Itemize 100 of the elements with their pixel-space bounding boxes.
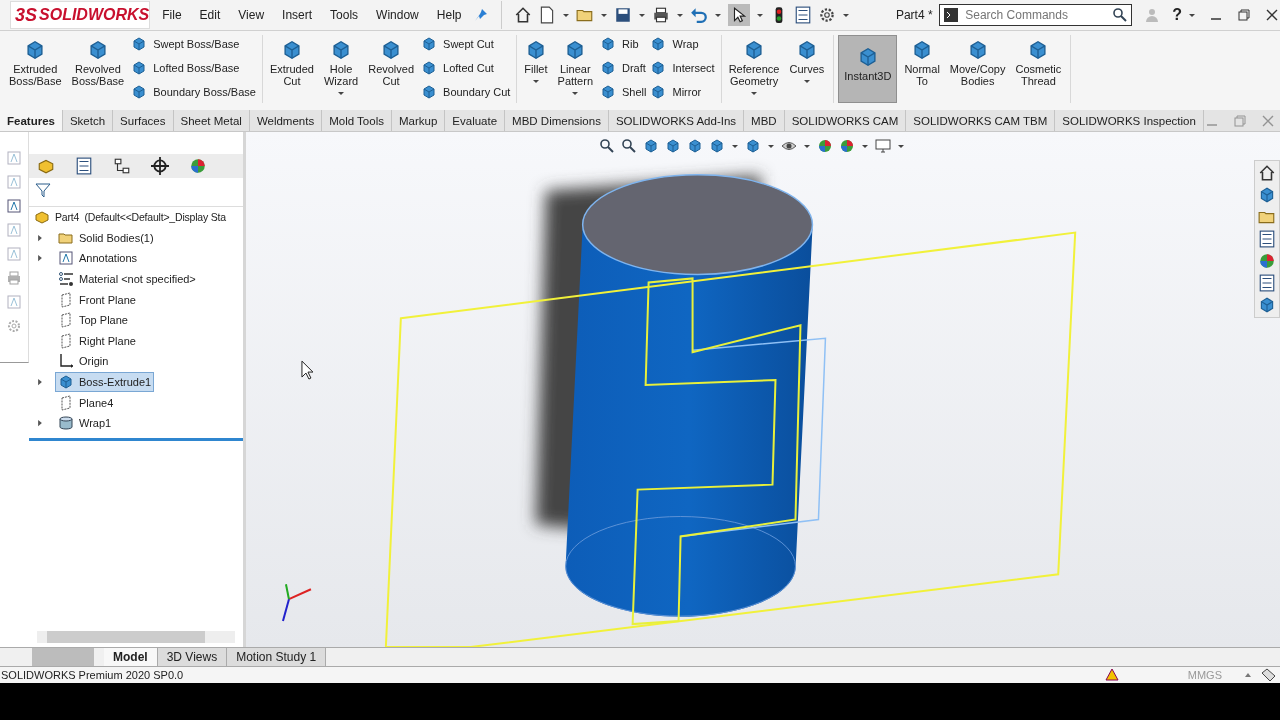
caret-icon[interactable] [750,89,759,97]
command-tab[interactable]: Weldments [249,110,323,131]
menu-item[interactable]: Edit [193,8,227,22]
command-tab[interactable]: MBD [744,110,785,131]
tree-root-item[interactable]: Part4 (Default<<Default>_Display Sta [31,207,229,228]
sphere-icon[interactable] [817,138,833,154]
cube-icon[interactable] [1258,296,1276,314]
tree-item[interactable]: Solid Bodies(1) [55,227,157,248]
ribbon-button[interactable]: Revolved Cut [365,35,418,103]
search-field[interactable]: Search Commands [939,4,1133,26]
command-tab[interactable]: Surfaces [113,110,174,131]
sphere-icon[interactable] [189,157,207,175]
ribbon-button[interactable]: Reference Geometry [725,35,783,103]
tree-item[interactable]: Front Plane [55,289,139,310]
command-tab[interactable]: SOLIDWORKS Add-Ins [608,110,745,131]
zoom-area-icon[interactable] [621,138,637,154]
caret-icon[interactable] [755,11,764,19]
ribbon-button[interactable]: Draft [600,59,647,77]
solidworks-logo[interactable]: 3SSOLIDWORKS [10,1,151,29]
tree-item[interactable]: Material <not specified> [55,269,199,290]
printer-icon[interactable] [651,6,670,24]
cube-icon[interactable] [1258,186,1276,204]
ribbon-button[interactable]: Fillet [521,35,551,103]
command-tab[interactable]: Sketch [62,110,114,131]
ribbon-button[interactable]: Swept Boss/Base [131,35,256,53]
model-tab[interactable]: Motion Study 1 [227,648,327,666]
ribbon-button[interactable]: Instant3D [838,35,898,103]
menu-item[interactable]: View [232,8,271,22]
tree-item[interactable]: Wrap1 [55,413,115,434]
ribbon-button[interactable]: Extruded Cut [266,35,317,103]
tree-item[interactable]: Plane4 [55,392,117,413]
caret-icon[interactable] [637,11,646,19]
menu-item[interactable]: Tools [324,8,365,22]
sphere-icon[interactable] [1258,252,1276,270]
command-tab[interactable]: Sheet Metal [173,110,250,131]
caret-icon[interactable] [675,11,684,19]
tree-item[interactable]: Annotations [55,248,141,269]
ribbon-button[interactable]: Boundary Boss/Base [131,83,256,101]
crosshair-icon[interactable] [151,157,169,175]
ribbon-button[interactable]: Extruded Boss/Base [6,35,65,103]
caret-icon[interactable] [571,89,580,97]
ribbon-button[interactable]: Lofted Boss/Base [131,59,256,77]
list-icon[interactable] [1258,230,1276,248]
search-icon[interactable] [1112,7,1129,23]
command-tab[interactable]: Markup [391,110,446,131]
caret-icon[interactable] [841,11,850,19]
undo-icon[interactable] [689,6,708,24]
ribbon-button[interactable]: Intersect [650,59,715,77]
caret-icon[interactable] [861,142,869,150]
ribbon-button[interactable]: Move/Copy Bodies [946,35,1009,103]
command-tab[interactable]: SOLIDWORKS CAM TBM [906,110,1056,131]
menu-item[interactable]: Window [370,8,425,22]
filter-icon[interactable] [35,182,51,198]
ribbon-button[interactable]: Hole Wizard [320,35,362,103]
command-tab[interactable]: Evaluate [445,110,506,131]
caret-icon[interactable] [713,11,722,19]
annotation-icon[interactable] [6,198,22,214]
caret-icon[interactable] [599,11,608,19]
menu-item[interactable]: File [156,8,188,22]
menu-item[interactable]: Insert [276,8,319,22]
cube-icon[interactable] [665,138,681,154]
ribbon-button[interactable]: Shell [600,83,647,101]
ribbon-button[interactable]: Curves [786,35,828,103]
home-icon[interactable] [1258,164,1276,182]
ribbon-button[interactable]: Mirror [650,83,715,101]
restore-icon[interactable] [1236,7,1252,23]
cube-icon[interactable] [709,138,725,154]
caret-icon[interactable] [337,89,346,97]
caret-icon[interactable] [731,142,739,150]
tree-item[interactable]: Boss-Extrude1 [55,372,155,393]
cube-icon[interactable] [643,138,659,154]
command-tab[interactable]: Mold Tools [322,110,392,131]
ribbon-button[interactable]: Normal To [901,35,943,103]
cube-icon[interactable] [687,138,703,154]
menu-item[interactable]: Help [430,8,468,22]
tree-item[interactable]: Origin [55,351,112,372]
ribbon-button[interactable]: Revolved Boss/Base [68,35,128,103]
tree-item[interactable]: Top Plane [55,310,131,331]
ribbon-button[interactable]: Cosmetic Thread [1012,35,1065,103]
command-tab[interactable]: Features [0,110,63,131]
command-tab[interactable]: MBD Dimensions [505,110,609,131]
sphere-icon[interactable] [839,138,855,154]
ribbon-button[interactable]: Lofted Cut [421,59,511,77]
ribbon-button[interactable]: Rib [600,35,647,53]
model-tab[interactable]: 3D Views [157,648,228,666]
caret-icon[interactable] [1188,11,1196,19]
part-icon[interactable] [37,157,55,175]
pointer-icon[interactable] [727,4,750,26]
list-icon[interactable] [1258,274,1276,292]
ribbon-button[interactable]: Wrap [650,35,715,53]
command-tab[interactable]: SOLIDWORKS CAM [784,110,907,131]
tree-icon[interactable] [113,157,131,175]
caret-icon[interactable] [803,142,811,150]
search-input[interactable]: Search Commands [963,7,1109,23]
monitor-icon[interactable] [875,138,891,154]
caret-icon[interactable] [561,11,570,19]
caret-icon[interactable] [897,142,905,150]
command-tab[interactable]: SOLIDWORKS Inspection [1055,110,1204,131]
close-icon[interactable] [1264,7,1280,23]
caret-icon[interactable] [531,77,540,85]
